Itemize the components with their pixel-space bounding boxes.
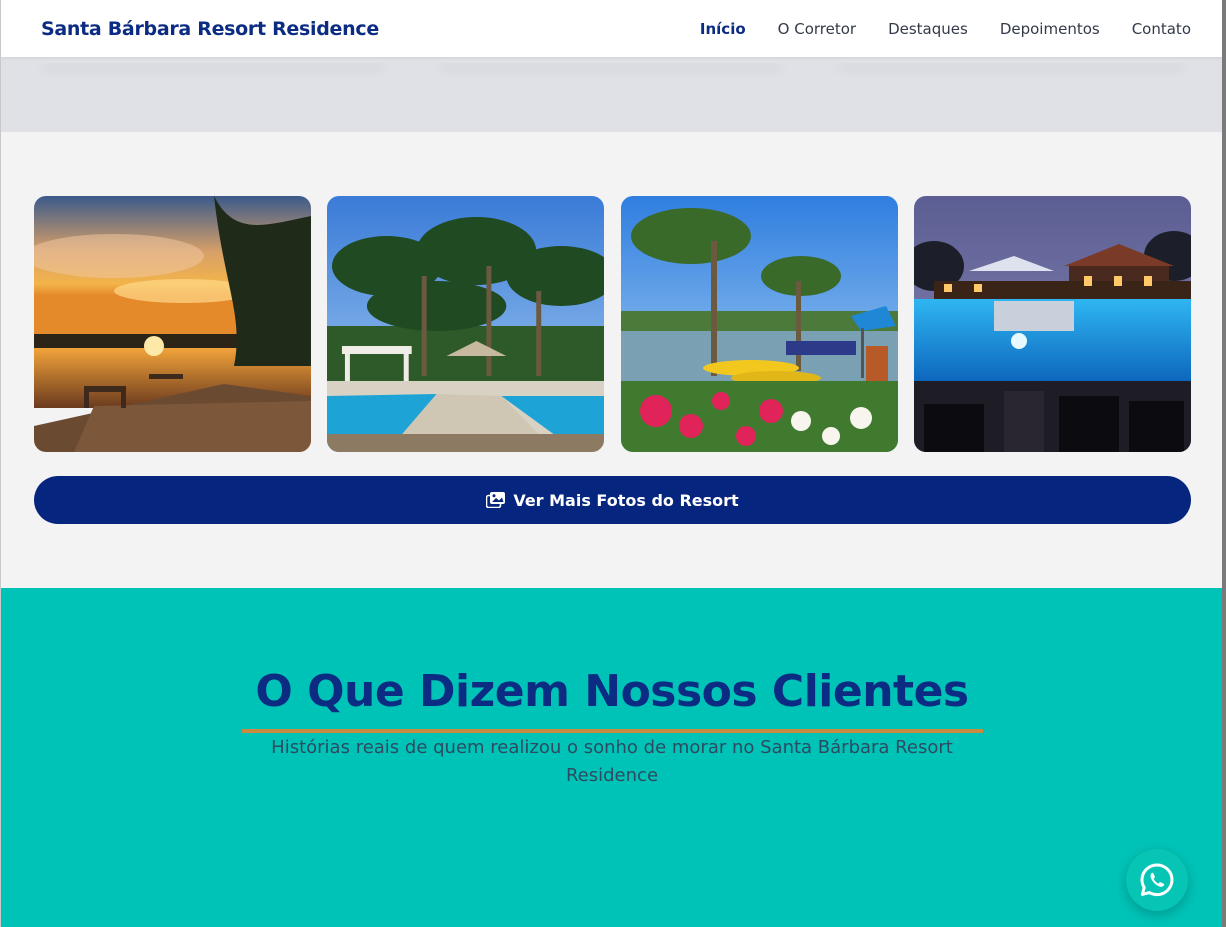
more-photos-label: Ver Mais Fotos do Resort bbox=[513, 490, 739, 510]
main-nav: Início O Corretor Destaques Depoimentos … bbox=[700, 20, 1191, 38]
testimonials-title: O Que Dizem Nossos Clientes bbox=[255, 666, 969, 717]
nav-link-depoimentos[interactable]: Depoimentos bbox=[1000, 20, 1100, 38]
page: Santa Bárbara Resort Residence Início O … bbox=[0, 0, 1222, 927]
images-icon bbox=[486, 492, 506, 508]
scrollbar[interactable] bbox=[1222, 0, 1226, 927]
feature-card-edge bbox=[438, 57, 783, 63]
brand-name[interactable]: Santa Bárbara Resort Residence bbox=[41, 18, 379, 40]
nav-link-inicio[interactable]: Início bbox=[700, 20, 746, 38]
testimonials-section: O Que Dizem Nossos Clientes Histórias re… bbox=[1, 588, 1222, 927]
gallery-photo-lake-kayaks[interactable] bbox=[621, 196, 898, 452]
title-underline bbox=[242, 729, 983, 733]
lake-kayaks-flowers-photo bbox=[621, 196, 898, 452]
features-section-bottom bbox=[1, 57, 1222, 132]
nav-link-o-corretor[interactable]: O Corretor bbox=[778, 20, 856, 38]
whatsapp-button[interactable] bbox=[1126, 849, 1188, 911]
sunset-lake-deck-photo bbox=[34, 196, 311, 452]
more-photos-button[interactable]: Ver Mais Fotos do Resort bbox=[34, 476, 1191, 524]
whatsapp-icon bbox=[1140, 863, 1174, 897]
site-header: Santa Bárbara Resort Residence Início O … bbox=[1, 0, 1222, 57]
feature-card-edge bbox=[836, 57, 1186, 63]
nav-link-destaques[interactable]: Destaques bbox=[888, 20, 968, 38]
gallery-photo-night-pool[interactable] bbox=[914, 196, 1191, 452]
gallery-photo-sunset[interactable] bbox=[34, 196, 311, 452]
photo-gallery-section: Ver Mais Fotos do Resort bbox=[1, 132, 1222, 588]
feature-card-edge bbox=[41, 57, 386, 63]
night-pool-clubhouse-photo bbox=[914, 196, 1191, 452]
palm-trees-pool-photo bbox=[327, 196, 604, 452]
nav-link-contato[interactable]: Contato bbox=[1132, 20, 1191, 38]
testimonials-subtitle: Histórias reais de quem realizou o sonho… bbox=[271, 737, 953, 786]
gallery-photo-pool-palms[interactable] bbox=[327, 196, 604, 452]
